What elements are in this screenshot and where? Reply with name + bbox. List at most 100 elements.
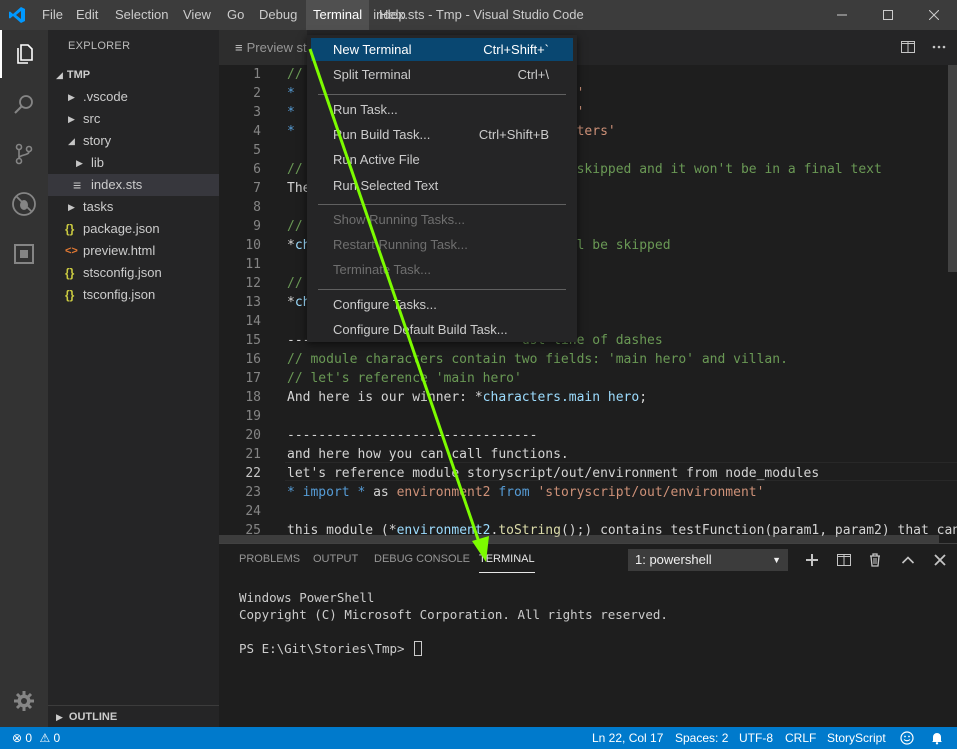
menu-separator <box>318 288 566 290</box>
tree-item-stsconfig-json[interactable]: {} stsconfig.json <box>48 262 219 284</box>
tree-item-preview-html[interactable]: <> preview.html <box>48 240 219 262</box>
code-token: and here how you can call functions. <box>287 447 569 462</box>
tree-item-tasks[interactable]: ▶ tasks <box>48 196 219 218</box>
maximize-panel-button[interactable] <box>898 550 918 570</box>
search-activity-button[interactable] <box>0 80 48 128</box>
tree-item-package-json[interactable]: {} package.json <box>48 218 219 240</box>
code-line: 18 And here is our winner: *characters.ma… <box>219 388 957 407</box>
menu-item-label: Terminate Task... <box>333 262 432 278</box>
line-code: let's reference module storyscript/out/e… <box>287 464 819 483</box>
close-icon <box>934 554 946 566</box>
split-icon <box>837 554 851 566</box>
braces-icon: {} <box>65 288 75 302</box>
panel-tab-debug-console[interactable]: DEBUG CONSOLE <box>374 553 470 573</box>
menu-item-run-task[interactable]: Run Task... <box>311 98 573 121</box>
folder-header[interactable]: ◢ TMP <box>48 64 219 86</box>
tree-item-label: preview.html <box>83 243 156 258</box>
code-line: 24 <box>219 502 957 521</box>
panel-tab-output[interactable]: OUTPUT <box>313 553 358 573</box>
menu-item-label: New Terminal <box>333 42 412 57</box>
tab-label: Preview st <box>246 40 307 55</box>
lines-icon: ≡ <box>235 40 243 55</box>
code-token: * <box>287 86 303 101</box>
menu-selection[interactable]: Selection <box>108 0 175 30</box>
menu-item-label: Run Build Task... <box>333 126 431 142</box>
language-mode[interactable]: StoryScript <box>827 727 886 749</box>
editor-vertical-scrollbar[interactable] <box>948 65 957 272</box>
line-code: and here how you can call functions. <box>287 445 569 464</box>
line-code: And here is our winner: *characters.main… <box>287 388 647 407</box>
more-actions-button[interactable] <box>930 38 948 56</box>
menu-file[interactable]: File <box>35 0 70 30</box>
braces-icon: {} <box>65 222 75 236</box>
menu-item-label: Run Selected Text <box>333 177 439 193</box>
menu-item-run-selected-text[interactable]: Run Selected Text <box>311 174 573 197</box>
menu-go[interactable]: Go <box>220 0 251 30</box>
menu-item-terminate-task: Terminate Task... <box>311 258 573 281</box>
code-token: -------------------------------- <box>287 428 538 443</box>
line-number: 14 <box>245 314 261 329</box>
menu-item-configure-tasks[interactable]: Configure Tasks... <box>311 293 573 316</box>
feedback-button[interactable] <box>900 727 914 749</box>
line-code: // let's reference 'main hero' <box>287 369 522 388</box>
menu-view[interactable]: View <box>176 0 218 30</box>
menu-terminal[interactable]: Terminal <box>306 0 370 30</box>
tree-item-tsconfig-json[interactable]: {} tsconfig.json <box>48 284 219 306</box>
line-number: 10 <box>245 238 261 253</box>
title-bar: File Edit Selection View Go Debug Terminal Help… <box>0 0 957 30</box>
outline-header[interactable]: ▶ OUTLINE <box>48 705 219 727</box>
tree-item-story[interactable]: ◢ story <box>48 130 219 152</box>
explorer-activity-button[interactable] <box>0 30 48 78</box>
menu-item-run-active-file[interactable]: Run Active File <box>311 148 573 171</box>
terminal-instance-select[interactable]: 1: powershell ▼ <box>628 549 788 571</box>
menu-debug[interactable]: Debug <box>252 0 304 30</box>
menu-item-new-terminal[interactable]: New Terminal Ctrl+Shift+` <box>311 38 573 61</box>
notifications-button[interactable] <box>930 727 944 749</box>
error-count: 0 <box>25 731 33 745</box>
chevron-down-icon: ▼ <box>772 555 781 565</box>
tree-item-vscode[interactable]: ▶ .vscode <box>48 86 219 108</box>
line-number: 6 <box>253 162 261 177</box>
panel-tab-terminal[interactable]: TERMINAL <box>479 553 535 573</box>
editor-horizontal-scrollbar[interactable] <box>219 535 939 543</box>
tab-preview[interactable]: ≡ Preview st <box>219 30 307 65</box>
indentation-status[interactable]: Spaces: 2 <box>675 727 728 749</box>
encoding-status[interactable]: UTF-8 <box>739 727 773 749</box>
maximize-button[interactable] <box>865 0 911 30</box>
manage-activity-button[interactable] <box>0 677 48 725</box>
source-control-activity-button[interactable] <box>0 130 48 178</box>
minimize-button[interactable] <box>819 0 865 30</box>
tree-item-src[interactable]: ▶ src <box>48 108 219 130</box>
close-panel-button[interactable] <box>930 550 950 570</box>
line-number: 22 <box>245 466 261 481</box>
line-number: 16 <box>245 352 261 367</box>
extensions-activity-button[interactable] <box>0 230 48 278</box>
code-token: environment2 <box>396 485 491 500</box>
debug-activity-button[interactable] <box>0 180 48 228</box>
activity-bar <box>0 30 48 727</box>
split-terminal-button[interactable] <box>834 550 854 570</box>
menu-item-run-build-task[interactable]: Run Build Task... Ctrl+Shift+B <box>311 123 573 146</box>
warning-icon: ⚠ <box>39 731 51 745</box>
problems-status[interactable]: ⊗ 0 ⚠ 0 <box>12 727 60 749</box>
tree-item-index-sts[interactable]: ≡ index.sts <box>48 174 219 196</box>
outline-title: OUTLINE <box>68 711 118 723</box>
menu-item-configure-default-build-task[interactable]: Configure Default Build Task... <box>311 318 573 341</box>
menu-help[interactable]: Help <box>372 0 413 30</box>
menu-item-split-terminal[interactable]: Split Terminal Ctrl+\ <box>311 63 573 86</box>
tree-item-lib[interactable]: ▶ lib <box>48 152 219 174</box>
terminal-cursor <box>414 641 423 656</box>
kill-terminal-button[interactable] <box>865 550 885 570</box>
menu-edit[interactable]: Edit <box>69 0 105 30</box>
eol-status[interactable]: CRLF <box>785 727 816 749</box>
cursor-position[interactable]: Ln 22, Col 17 <box>592 727 663 749</box>
explorer-sidebar: EXPLORER ◢ TMP ▶ .vscode ▶ src ◢ story ▶ lib ≡ ind… <box>48 30 219 727</box>
split-editor-button[interactable] <box>899 38 917 56</box>
new-terminal-button[interactable] <box>802 550 822 570</box>
line-number: 2 <box>253 86 261 101</box>
close-window-button[interactable] <box>911 0 957 30</box>
panel-tab-problems[interactable]: PROBLEMS <box>239 553 300 573</box>
terminal-menu-dropdown: New Terminal Ctrl+Shift+` Split Terminal Ct… <box>307 35 577 342</box>
chevron-right-icon: ▶ <box>56 712 63 722</box>
lines-icon: ≡ <box>73 177 82 193</box>
